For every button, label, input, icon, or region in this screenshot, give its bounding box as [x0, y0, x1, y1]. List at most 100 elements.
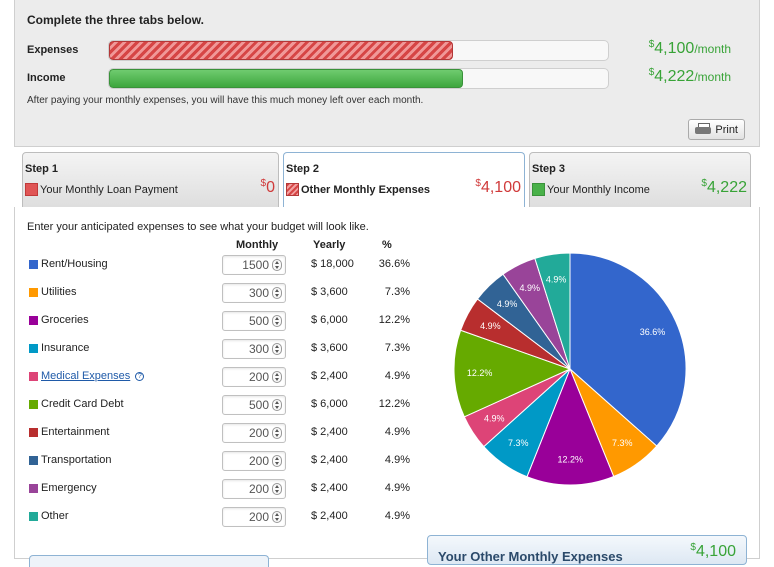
expenses-intro: Enter your anticipated expenses to see w… — [27, 221, 369, 233]
pie-slice-label: 4.9% — [497, 299, 518, 309]
expenses-amount-value: 4,100 — [654, 40, 695, 57]
expense-name: Other — [41, 510, 69, 522]
expense-row: Other 200 $ 2,400 4.9% — [29, 507, 429, 527]
expense-name: Rent/Housing — [41, 258, 108, 270]
legend-swatch-icon — [29, 427, 38, 437]
pie-slice-label: 4.9% — [546, 275, 567, 285]
tab-amount: $4,222 — [701, 178, 747, 197]
percentage: 36.6% — [378, 258, 410, 270]
tab-amount-value: 4,100 — [480, 179, 521, 196]
tab-label-text: Other Monthly Expenses — [301, 183, 430, 196]
tab-step-3[interactable]: Step 3 Your Monthly Income $4,222 — [529, 152, 751, 208]
stepper-icon[interactable] — [272, 483, 282, 495]
stepper-icon[interactable] — [272, 399, 282, 411]
expense-row: Credit Card Debt 500 $ 6,000 12.2% — [29, 395, 429, 415]
tab-label: Other Monthly Expenses — [286, 183, 430, 196]
stepper-icon[interactable] — [272, 315, 282, 327]
expense-name-link[interactable]: Medical Expenses — [41, 370, 130, 382]
monthly-amount-input[interactable]: 300 — [222, 339, 286, 359]
pct-header: % — [382, 239, 392, 251]
percentage: 4.9% — [384, 426, 410, 438]
tab-step-number: Step 2 — [286, 163, 320, 175]
expense-name: Groceries — [41, 314, 89, 326]
legend-swatch-icon — [29, 399, 38, 409]
percentage: 4.9% — [384, 482, 410, 494]
tab-step-2[interactable]: Step 2 Other Monthly Expenses $4,100 — [283, 152, 525, 209]
other-expenses-total-label: Your Other Monthly Expenses — [438, 549, 623, 564]
monthly-amount-value: 500 — [248, 398, 269, 412]
stepper-icon[interactable] — [272, 371, 282, 383]
pie-svg: 36.6%7.3%12.2%7.3%4.9%12.2%4.9%4.9%4.9%4… — [453, 252, 687, 486]
print-button[interactable]: Print — [688, 119, 745, 140]
tab-label-text: Your Monthly Income — [547, 183, 650, 196]
yearly-amount: $ 2,400 — [311, 370, 348, 382]
stepper-icon[interactable] — [272, 427, 282, 439]
other-expenses-total-amount: $4,100 — [690, 542, 736, 561]
pie-slice-label: 36.6% — [640, 327, 666, 337]
stepper-icon[interactable] — [272, 511, 282, 523]
expense-category: Other — [29, 510, 69, 522]
yearly-amount: $ 2,400 — [311, 426, 348, 438]
legend-swatch-icon — [29, 511, 38, 521]
green-square-icon — [532, 183, 545, 196]
percentage: 4.9% — [384, 370, 410, 382]
percentage: 7.3% — [384, 286, 410, 298]
monthly-amount-input[interactable]: 200 — [222, 479, 286, 499]
pie-slice-label: 7.3% — [508, 438, 529, 448]
yearly-amount: $ 6,000 — [311, 314, 348, 326]
expense-name: Entertainment — [41, 426, 110, 438]
tab-amount: $0 — [261, 178, 275, 197]
monthly-amount-input[interactable]: 1500 — [222, 255, 286, 275]
red-square-icon — [25, 183, 38, 196]
income-amount-value: 4,222 — [654, 68, 695, 85]
monthly-amount-value: 300 — [248, 342, 269, 356]
stepper-icon[interactable] — [272, 259, 282, 271]
expense-row: Groceries 500 $ 6,000 12.2% — [29, 311, 429, 331]
monthly-amount-value: 500 — [248, 314, 269, 328]
monthly-amount-input[interactable]: 500 — [222, 395, 286, 415]
expense-row: Entertainment 200 $ 2,400 4.9% — [29, 423, 429, 443]
stepper-icon[interactable] — [272, 287, 282, 299]
monthly-amount-input[interactable]: 500 — [222, 311, 286, 331]
expense-row: Insurance 300 $ 3,600 7.3% — [29, 339, 429, 359]
yearly-amount: $ 3,600 — [311, 286, 348, 298]
percentage: 7.3% — [384, 342, 410, 354]
monthly-amount-value: 200 — [248, 370, 269, 384]
percentage: 12.2% — [378, 398, 410, 410]
striped-square-icon — [286, 183, 299, 196]
help-icon[interactable]: ? — [135, 371, 145, 381]
tab-step-1[interactable]: Step 1 Your Monthly Loan Payment $0 — [22, 152, 279, 208]
income-bar — [108, 68, 609, 89]
expense-category: Groceries — [29, 314, 89, 326]
yearly-amount: $ 2,400 — [311, 482, 348, 494]
monthly-amount-input[interactable]: 200 — [222, 451, 286, 471]
legend-swatch-icon — [29, 455, 38, 465]
summary-heading: Complete the three tabs below. — [27, 13, 204, 27]
stepper-icon[interactable] — [272, 343, 282, 355]
monthly-amount-value: 300 — [248, 286, 269, 300]
legend-swatch-icon — [29, 343, 38, 353]
monthly-amount-value: 1500 — [242, 258, 269, 272]
tab-step-number: Step 1 — [25, 163, 59, 175]
legend-swatch-icon — [29, 315, 38, 325]
monthly-amount-input[interactable]: 200 — [222, 507, 286, 527]
monthly-amount-input[interactable]: 300 — [222, 283, 286, 303]
yearly-header: Yearly — [313, 239, 346, 251]
legend-swatch-icon — [29, 371, 38, 381]
expense-row: Emergency 200 $ 2,400 4.9% — [29, 479, 429, 499]
monthly-amount-input[interactable]: 200 — [222, 423, 286, 443]
percentage: 4.9% — [384, 454, 410, 466]
per-month-label: /month — [694, 70, 731, 84]
expense-row: Rent/Housing 1500 $ 18,000 36.6% — [29, 255, 429, 275]
tab-amount-value: 0 — [266, 179, 275, 196]
budget-summary-panel: Complete the three tabs below. Expenses … — [14, 0, 760, 147]
expense-row: Medical Expenses? 200 $ 2,400 4.9% — [29, 367, 429, 387]
pie-slice-label: 4.9% — [519, 283, 540, 293]
income-bar-fill — [109, 69, 464, 88]
monthly-header: Monthly — [236, 239, 279, 251]
tab-label: Your Monthly Loan Payment — [25, 183, 178, 196]
legend-swatch-icon — [29, 483, 38, 493]
monthly-amount-input[interactable]: 200 — [222, 367, 286, 387]
monthly-amount-value: 200 — [248, 482, 269, 496]
stepper-icon[interactable] — [272, 455, 282, 467]
